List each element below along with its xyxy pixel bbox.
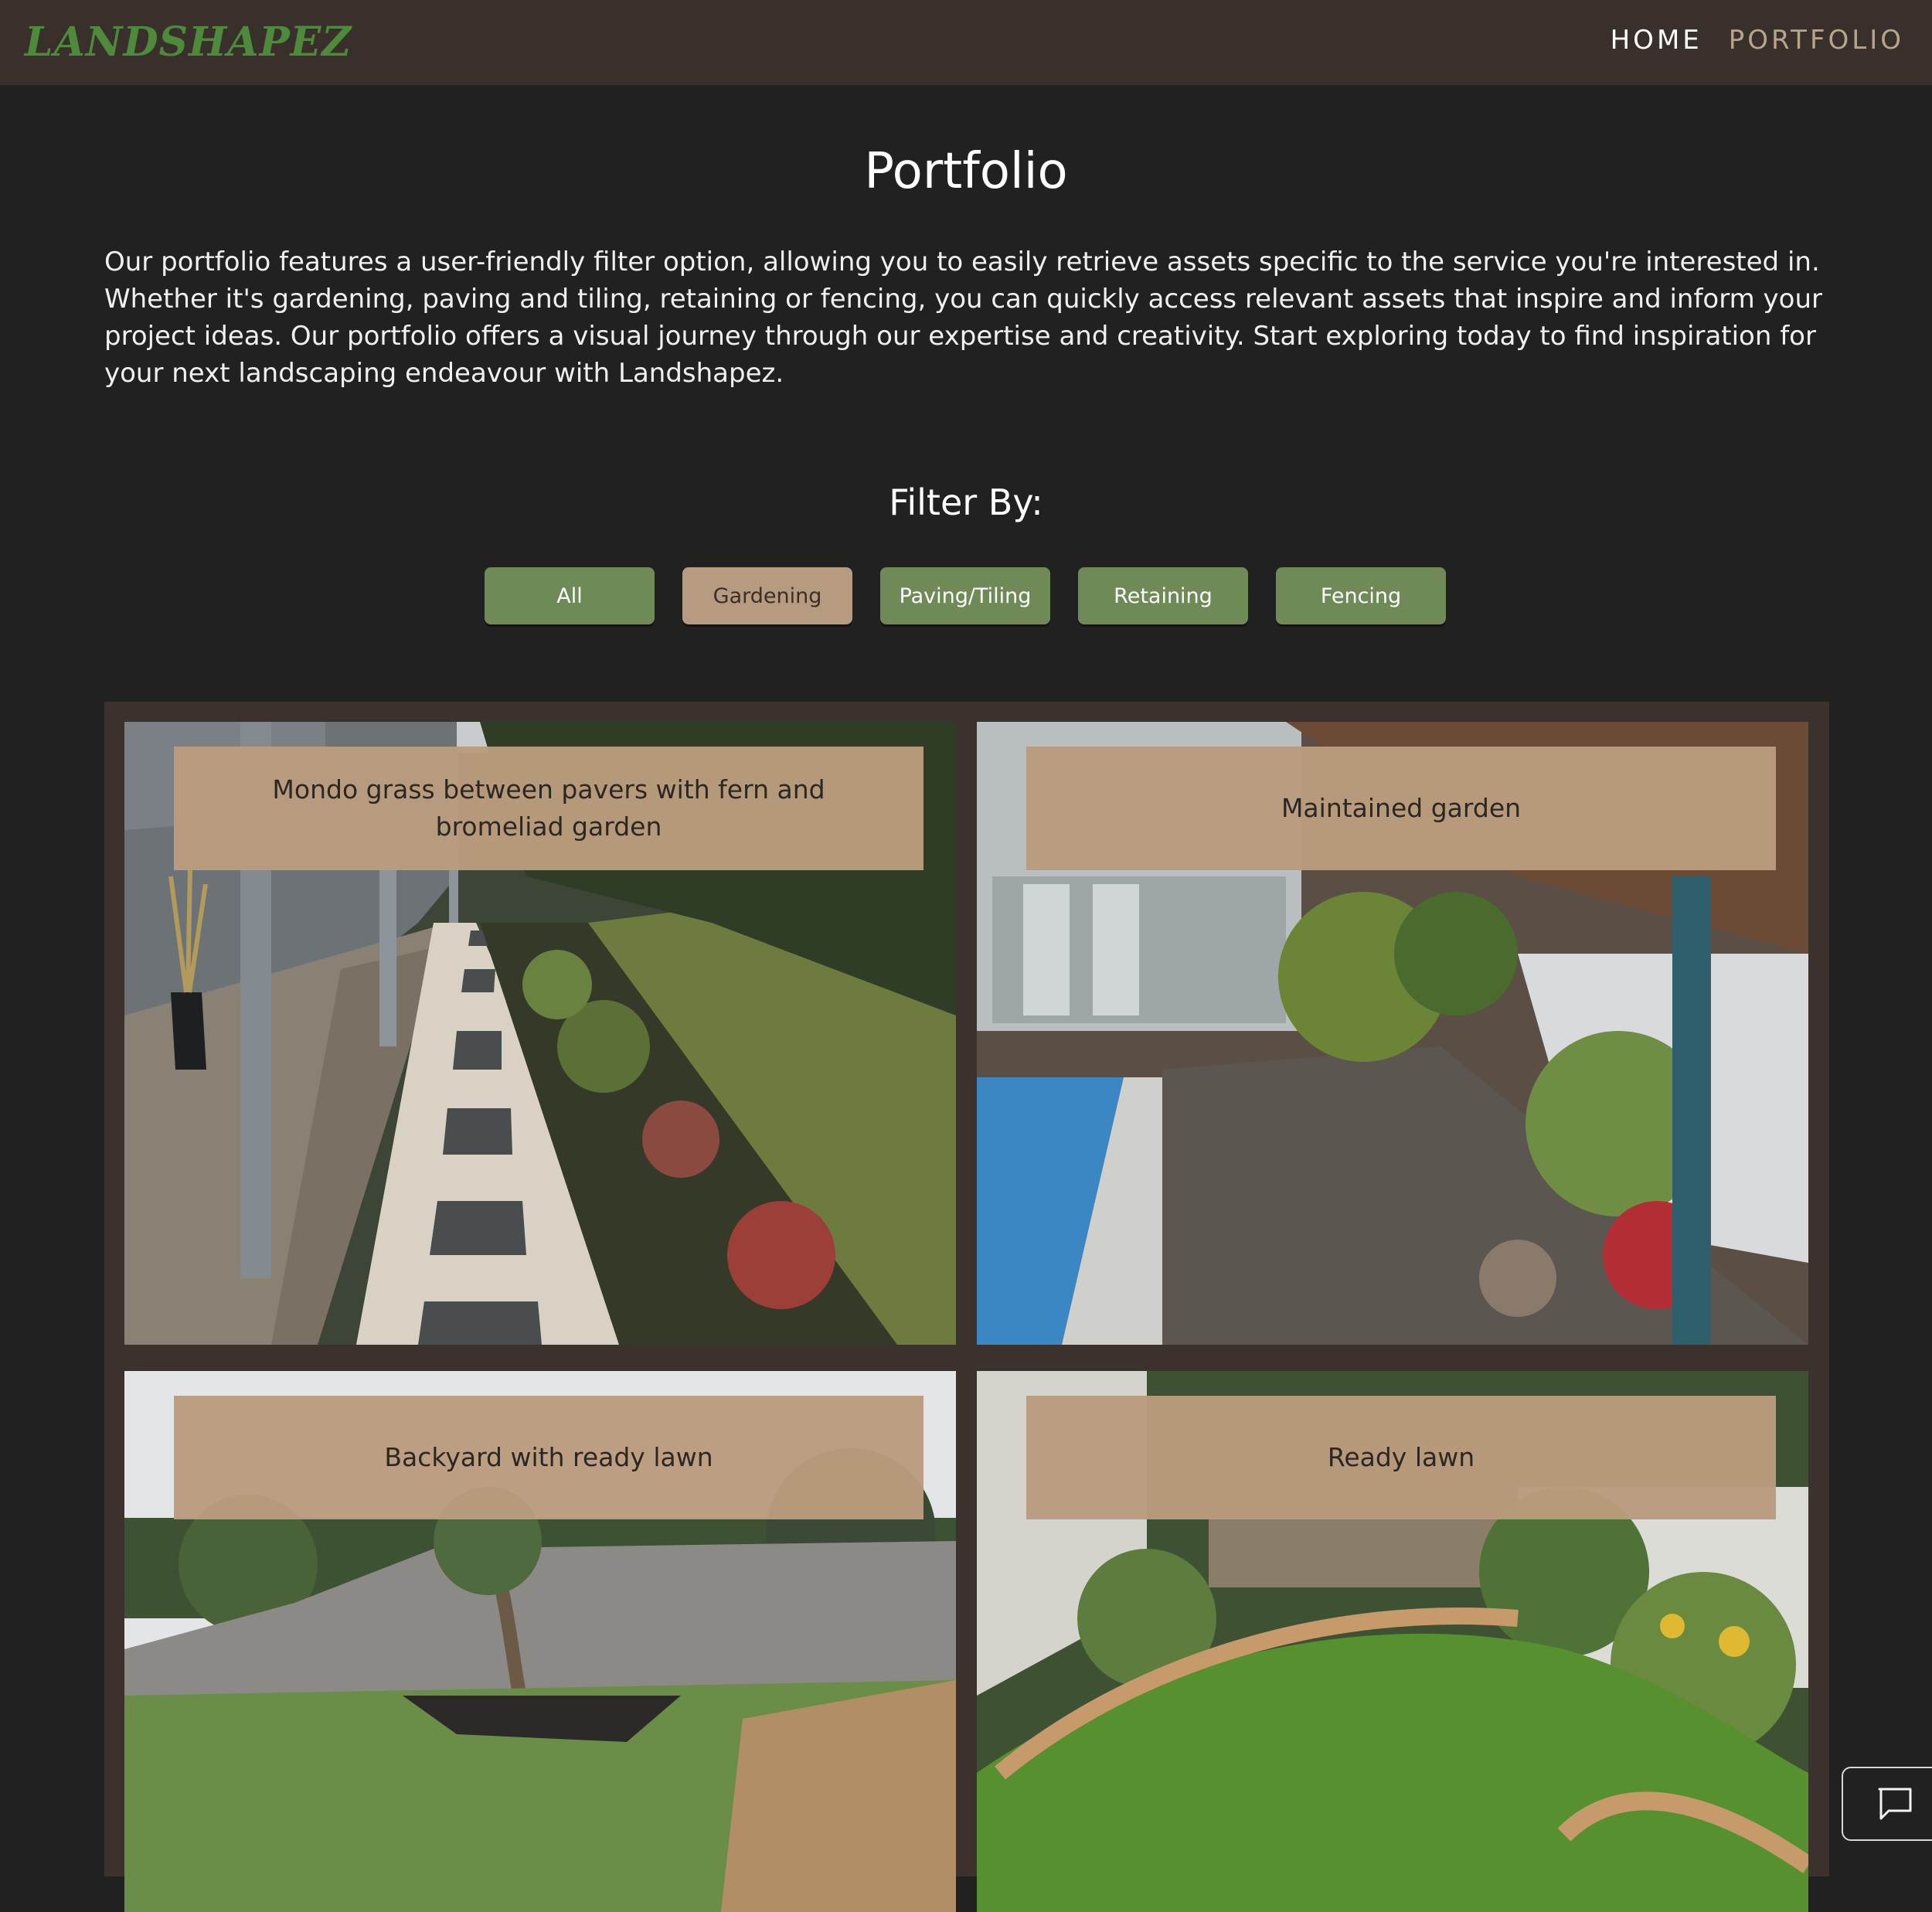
gallery-item[interactable]: Mondo grass between pavers with fern and… — [124, 722, 956, 1345]
portfolio-gallery: Mondo grass between pavers with fern and… — [104, 702, 1829, 1912]
filter-paving-tiling-button[interactable]: Paving/Tiling — [880, 567, 1050, 624]
nav-portfolio-link[interactable]: PORTFOLIO — [1729, 25, 1904, 56]
brand-logo[interactable]: LANDSHAPEZ — [25, 19, 352, 66]
intro-paragraph: Our portfolio features a user-friendly f… — [104, 247, 1822, 389]
main-nav: HOME PORTFOLIO — [1611, 25, 1904, 56]
filter-heading: Filter By: — [889, 481, 1043, 523]
page-title: Portfolio — [864, 143, 1068, 200]
filter-gardening-button[interactable]: Gardening — [682, 567, 852, 624]
gallery-caption: Backyard with ready lawn — [174, 1396, 923, 1519]
nav-home-link[interactable]: HOME — [1611, 25, 1702, 56]
chat-button[interactable] — [1842, 1767, 1932, 1841]
gallery-caption: Ready lawn — [1026, 1396, 1776, 1519]
gallery-caption: Maintained garden — [1026, 747, 1776, 870]
filter-all-button[interactable]: All — [485, 567, 655, 624]
filter-button-group: All Gardening Paving/Tiling Retaining Fe… — [485, 567, 1446, 624]
chat-bubble-icon — [1878, 1788, 1912, 1820]
gallery-item[interactable]: Ready lawn — [977, 1371, 1808, 1912]
gallery-caption: Mondo grass between pavers with fern and… — [174, 747, 923, 870]
gallery-item[interactable]: Backyard with ready lawn — [124, 1371, 956, 1912]
filter-fencing-button[interactable]: Fencing — [1276, 567, 1446, 624]
filter-retaining-button[interactable]: Retaining — [1078, 567, 1248, 624]
gallery-item[interactable]: Maintained garden — [977, 722, 1808, 1345]
top-nav-bar: LANDSHAPEZ HOME PORTFOLIO — [0, 0, 1932, 85]
